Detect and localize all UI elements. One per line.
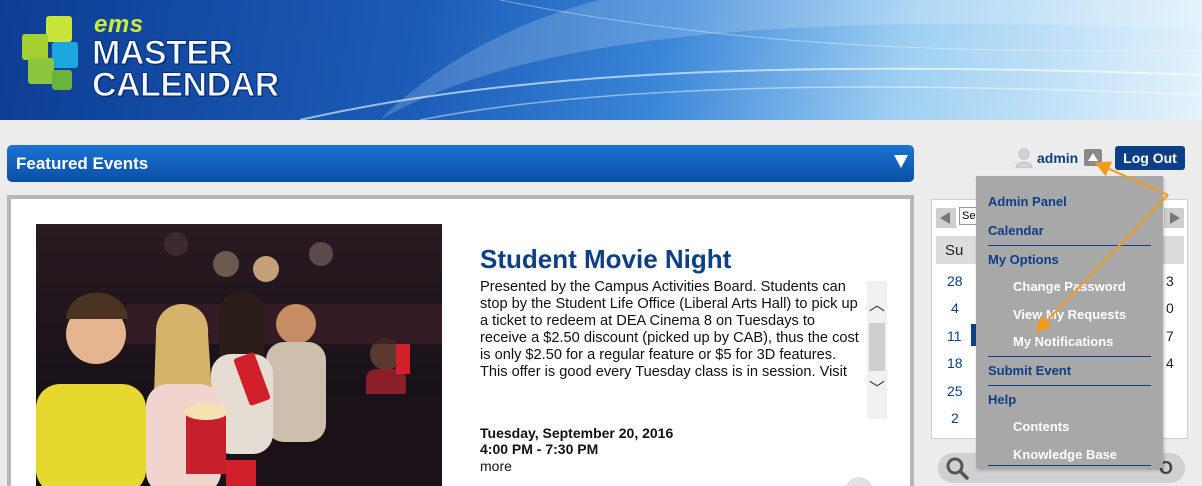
menu-change-password[interactable]: Change Password — [1013, 279, 1126, 294]
calendar-next-icon[interactable] — [1164, 208, 1184, 228]
calendar-day[interactable]: 11 — [947, 328, 962, 344]
menu-help[interactable]: Help — [988, 392, 1016, 407]
calendar-day[interactable]: 18 — [947, 355, 963, 371]
calendar-day[interactable]: 3 — [1166, 273, 1174, 289]
logout-button[interactable]: Log Out — [1115, 146, 1185, 170]
chevron-down-icon[interactable]: ﹀ — [867, 379, 887, 401]
page: ems MASTER CALENDAR Featured Events Stud… — [0, 0, 1202, 486]
event-time: 4:00 PM - 7:30 PM — [480, 441, 599, 457]
menu-my-notifications[interactable]: My Notifications — [1013, 334, 1113, 349]
calendar-day[interactable]: 4 — [951, 300, 959, 316]
calendar-day[interactable]: 0 — [1166, 300, 1174, 316]
scrollbar-thumb[interactable] — [869, 323, 885, 371]
logo-line-2: CALENDAR — [92, 66, 280, 105]
logo-line-1: MASTER — [92, 33, 234, 72]
search-icon[interactable] — [945, 456, 969, 480]
logo-icon — [22, 16, 92, 96]
menu-knowledge-base[interactable]: Knowledge Base — [1013, 447, 1117, 462]
weekday-sunday: Su — [945, 242, 964, 259]
event-title[interactable]: Student Movie Night — [480, 244, 731, 275]
menu-divider — [988, 245, 1151, 246]
calendar-prev-icon[interactable] — [936, 208, 956, 228]
event-description: Presented by the Campus Activities Board… — [480, 279, 859, 380]
next-event-icon[interactable] — [845, 477, 873, 486]
collapse-icon[interactable] — [894, 155, 908, 168]
logo: ems MASTER CALENDAR — [92, 13, 280, 105]
calendar-day[interactable]: 28 — [947, 273, 963, 289]
user-menu-name[interactable]: admin — [1037, 150, 1078, 166]
featured-events-header[interactable]: Featured Events — [7, 145, 914, 182]
calendar-day[interactable]: 4 — [1166, 355, 1174, 371]
menu-calendar[interactable]: Calendar — [988, 223, 1044, 238]
menu-admin-panel[interactable]: Admin Panel — [988, 194, 1067, 209]
menu-contents[interactable]: Contents — [1013, 419, 1069, 434]
menu-divider — [988, 356, 1151, 357]
user-menu-toggle-icon[interactable] — [1084, 149, 1102, 166]
menu-divider — [988, 465, 1151, 466]
menu-divider — [988, 385, 1151, 386]
featured-events-title: Featured Events — [16, 154, 149, 173]
description-scrollbar[interactable]: ︿ ﹀ — [867, 281, 887, 419]
calendar-day[interactable]: 2 — [951, 410, 959, 426]
featured-event-card: Student Movie Night Presented by the Cam… — [7, 195, 914, 486]
banner: ems MASTER CALENDAR — [0, 0, 1202, 120]
menu-view-my-requests[interactable]: View My Requests — [1013, 307, 1126, 322]
calendar-day[interactable]: 7 — [1166, 328, 1174, 344]
event-date: Tuesday, September 20, 2016 — [480, 425, 674, 441]
user-dropdown-menu: Admin Panel Calendar My Options Change P… — [976, 176, 1163, 468]
menu-submit-event[interactable]: Submit Event — [988, 363, 1071, 378]
user-icon — [1015, 148, 1033, 168]
event-description-area: Presented by the Campus Activities Board… — [480, 279, 887, 419]
chevron-up-icon[interactable]: ︿ — [867, 295, 887, 317]
movie-audience-image — [36, 224, 442, 486]
more-link[interactable]: more — [480, 458, 512, 474]
menu-my-options[interactable]: My Options — [988, 252, 1059, 267]
event-image[interactable] — [36, 224, 442, 486]
calendar-day[interactable]: 25 — [947, 383, 963, 399]
